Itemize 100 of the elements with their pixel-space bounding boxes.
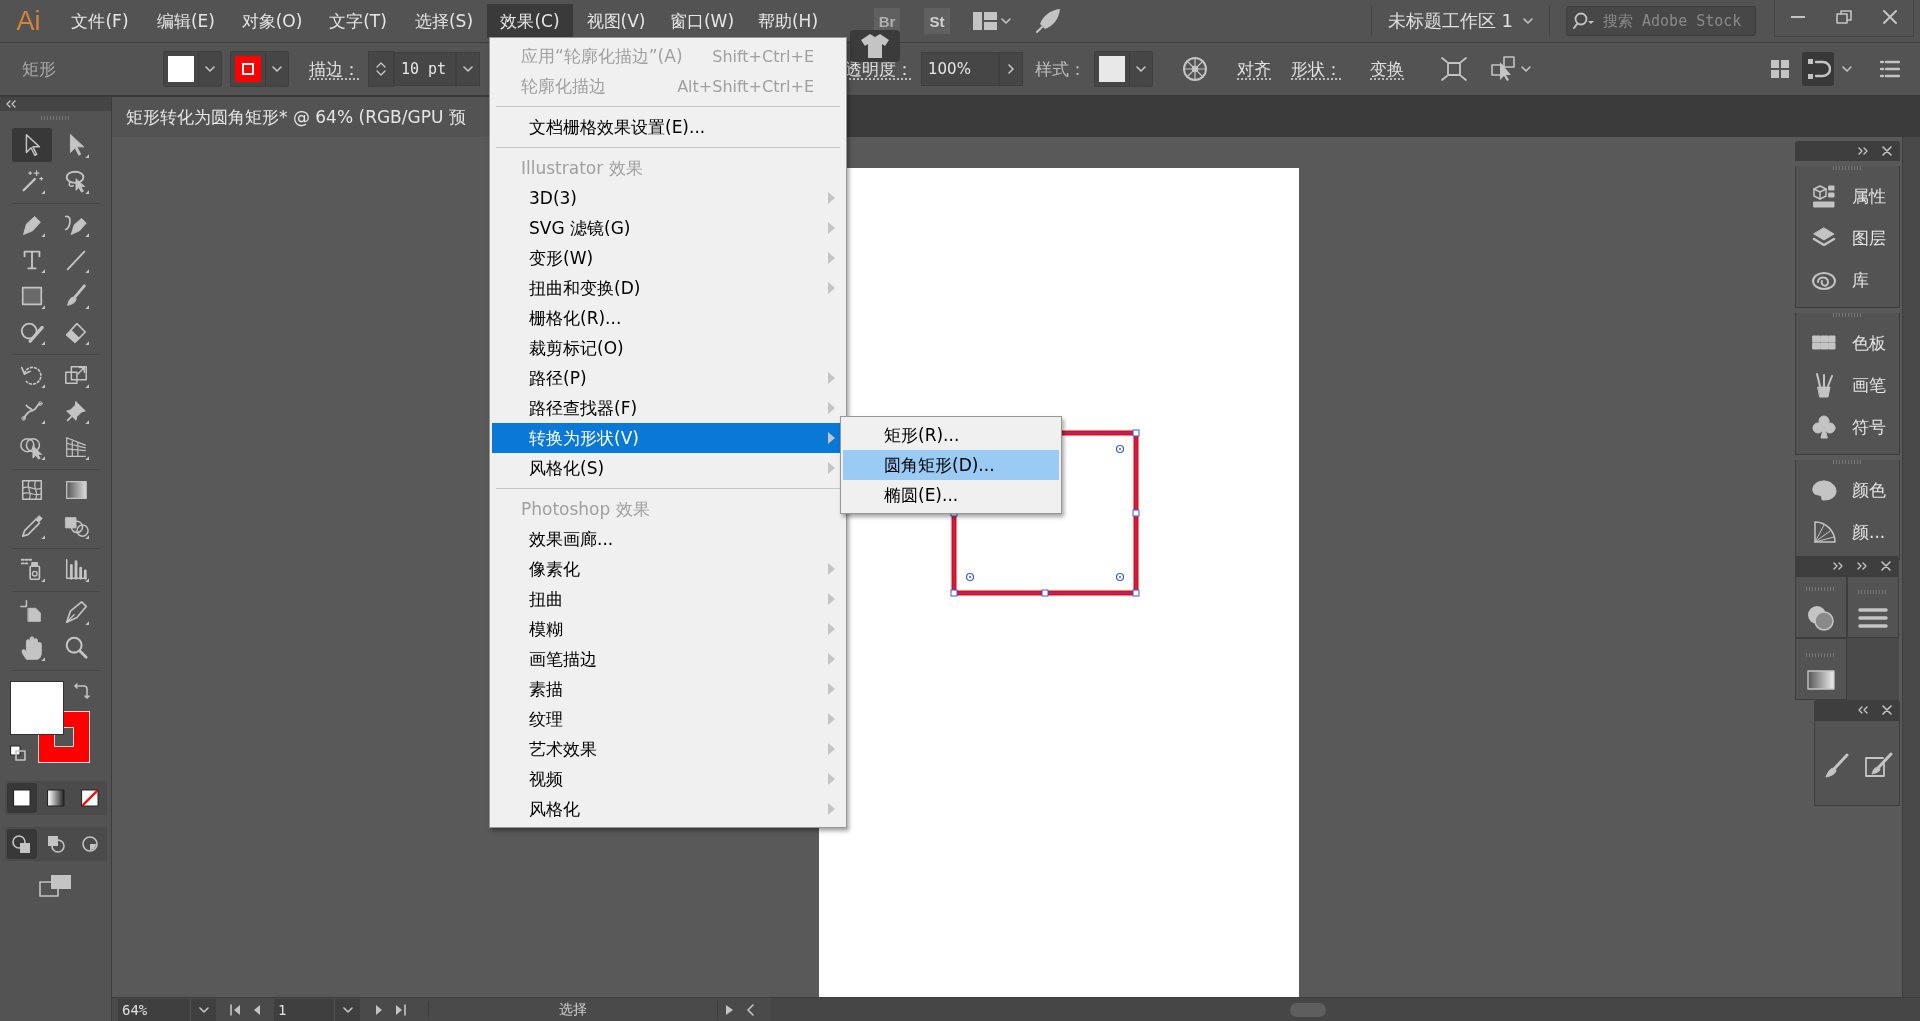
isolate-icon [1491,56,1517,82]
menu-item[interactable]: 效果画廊... [492,524,844,554]
dropdown-button[interactable] [456,52,480,86]
menu-item[interactable]: 视图(V) [573,4,659,38]
menu-item[interactable]: 窗口(W) [659,4,745,38]
close-icon[interactable] [1882,146,1892,156]
menu-item[interactable]: 纹理 [492,704,844,734]
stroke-weight-field[interactable]: 10 pt [394,52,456,86]
panel-tab-label[interactable]: 符号 [1852,415,1886,439]
menu-item[interactable]: 栅格化(R)... [492,303,844,333]
submenu-arrow-icon [827,402,835,414]
submenu-arrow-icon [827,462,835,474]
club-icon[interactable] [1810,413,1838,441]
panel-tab-label[interactable]: 颜... [1852,520,1886,544]
stock-button[interactable]: St [924,8,950,34]
menu-item[interactable]: 文字(T) [315,4,401,38]
menu-item[interactable]: 风格化(S) [492,453,844,483]
fill-dropdown[interactable] [163,51,222,87]
collapse-icon[interactable] [1858,147,1868,155]
panel-tab-label[interactable]: 图层 [1852,226,1886,250]
spray-can-icon [18,556,45,582]
menu-item[interactable]: 编辑(E) [143,4,229,38]
menu-item[interactable]: 扭曲和变换(D) [492,273,844,303]
panel-toggle-button[interactable] [1802,52,1834,86]
artboard-dropdown[interactable] [334,998,360,1021]
close-icon[interactable] [1882,705,1892,715]
close-icon[interactable] [1881,561,1891,571]
gradient-icon[interactable] [1807,670,1835,690]
menu-item[interactable]: 画笔描边 [492,644,844,674]
horizontal-scrollbar[interactable] [770,997,1920,1021]
list-icon[interactable] [1880,60,1900,78]
warp-icon [18,398,45,424]
panel-tab-label[interactable]: 库 [1852,268,1869,292]
collapse-icon[interactable] [1833,562,1843,570]
menu-item[interactable]: 路径(P) [492,363,844,393]
collapse-icon[interactable] [1858,706,1868,714]
menu-item[interactable]: 3D(3) [492,183,844,213]
menu-item[interactable]: 变形(W) [492,243,844,273]
zoom-dropdown[interactable] [190,998,216,1021]
shape-link[interactable]: 形状： [1291,57,1342,81]
menu-item[interactable]: 模糊 [492,614,844,644]
vertical-scrollbar[interactable] [1902,137,1920,997]
menu-item[interactable]: 路径查找器(F) [492,393,844,423]
search-field[interactable]: 搜索 Adobe Stock [1566,6,1756,36]
menu-item[interactable]: 像素化 [492,554,844,584]
spinner[interactable] [368,51,394,87]
transform-link[interactable]: 变换 [1370,57,1404,81]
menu-item[interactable]: 选择(S) [401,4,487,38]
expand-button[interactable] [999,52,1023,86]
panel-tab-label[interactable]: 色板 [1852,331,1886,355]
panel-tab-label[interactable]: 颜色 [1852,478,1886,502]
menu-item[interactable]: 效果(C) [487,4,573,38]
tool-button[interactable] [11,128,52,162]
screen-mode-icon[interactable] [38,873,73,899]
align-link[interactable]: 对齐 [1237,57,1271,81]
menu-item[interactable]: 风格化 [492,794,844,824]
menu-item[interactable]: 帮助(H) [745,4,831,38]
workspace-switcher[interactable]: 未标题工作区 1 [1387,4,1533,38]
menu-item[interactable]: 视频 [492,764,844,794]
menu-item[interactable]: 椭圆(E)... [843,480,1059,510]
menu-item[interactable]: 圆角矩形(D)... [843,450,1059,480]
collapse-icon[interactable] [6,100,16,108]
submenu-arrow-icon [827,743,835,755]
grid-icon[interactable] [1770,59,1790,79]
style-dropdown[interactable] [1094,51,1153,87]
menu-item[interactable]: 艺术效果 [492,734,844,764]
color-wheel-icon[interactable] [1181,55,1209,83]
scroll-left-icon [745,1003,757,1016]
menu-item[interactable]: 素描 [492,674,844,704]
artboard-number-field[interactable]: 1 [274,998,334,1021]
caret-icon [272,66,282,72]
menu-item[interactable]: 扭曲 [492,584,844,614]
swap-arrows-icon[interactable] [73,683,90,699]
submenu-arrow-icon [827,653,835,665]
overlapping-circles-icon[interactable] [1806,604,1836,632]
zoom-field[interactable]: 64% [118,998,190,1021]
menu-item[interactable]: 裁剪标记(O) [492,333,844,363]
properties-icon[interactable] [1810,182,1838,210]
fill-swatch[interactable] [9,681,64,735]
collapse-icon[interactable] [1857,562,1867,570]
menu-item[interactable]: SVG 滤镜(G) [492,213,844,243]
shirt-icon[interactable] [860,33,890,59]
opacity-field[interactable]: 100% [921,52,999,86]
panel-tab-label[interactable]: 属性 [1852,184,1886,208]
layout-grid-icon [973,12,997,30]
bounding-box-icon[interactable] [1440,56,1468,82]
menu-item[interactable]: 对象(O) [229,4,315,38]
stroke-lines-icon[interactable] [1858,607,1888,629]
minimize-icon [1791,16,1805,18]
menu-item[interactable]: 矩形(R)... [843,420,1059,450]
brush-frame-icon[interactable] [1862,752,1893,780]
stroke-label[interactable]: 描边： [309,57,360,81]
color-mode-button[interactable] [6,783,37,813]
play-icon [723,1003,735,1016]
style-swatch [1099,56,1125,82]
panel-tab-label[interactable]: 画笔 [1852,373,1886,397]
stroke-dropdown[interactable] [230,51,289,87]
draw-mode-button[interactable] [6,829,37,859]
menu-item[interactable]: 文件(F) [57,4,143,38]
default-colors-icon[interactable] [9,745,26,761]
